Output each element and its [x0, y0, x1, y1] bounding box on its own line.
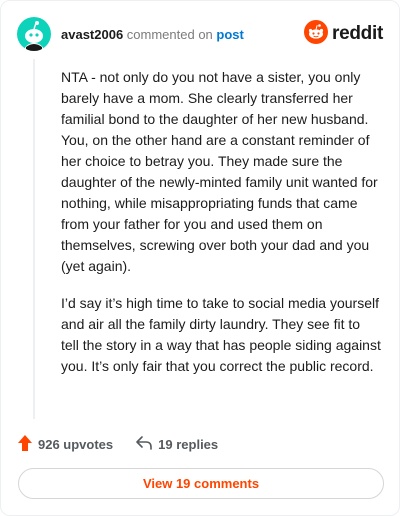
- reply-arrow-icon: [135, 435, 153, 454]
- replies-count: 19 replies: [158, 436, 219, 452]
- snoo-avatar-icon[interactable]: [17, 17, 51, 51]
- upvote-count: 926 upvotes: [38, 436, 114, 452]
- username-link[interactable]: avast2006: [61, 27, 123, 42]
- reddit-wordmark: reddit: [332, 23, 383, 44]
- reddit-logo-icon: [304, 19, 329, 49]
- byline-action-text: commented on: [126, 26, 213, 42]
- comment-actions: 926 upvotes 19 replies: [17, 433, 218, 455]
- comment-byline: avast2006 commented on post: [61, 27, 244, 42]
- upvote-arrow-icon: [17, 434, 33, 455]
- comment-card: avast2006 commented on post reddit NTA -…: [0, 0, 400, 516]
- comment-paragraph: NTA - not only do you not have a sister,…: [61, 69, 378, 274]
- upvote-button[interactable]: 926 upvotes: [17, 434, 113, 455]
- comment-header: avast2006 commented on post reddit: [17, 17, 383, 51]
- reddit-brand[interactable]: reddit: [304, 19, 383, 49]
- post-link[interactable]: post: [216, 27, 243, 42]
- comment-body: NTA - not only do you not have a sister,…: [61, 67, 381, 393]
- replies-button[interactable]: 19 replies: [135, 435, 218, 454]
- thread-line[interactable]: [33, 59, 35, 419]
- comment-paragraph: I’d say it’s high time to take to social…: [61, 295, 381, 374]
- view-comments-button[interactable]: View 19 comments: [18, 468, 384, 499]
